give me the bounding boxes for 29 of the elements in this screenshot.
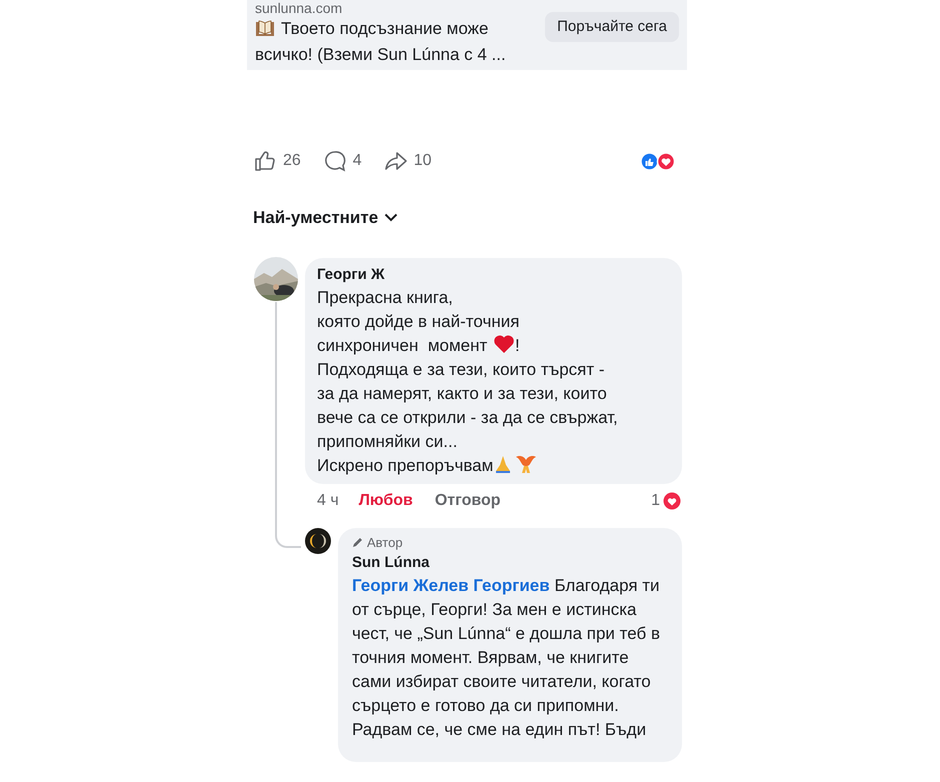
ad-title[interactable]: Твоето подсъзнание може всичко! (Вземи Sun Lúnna с 4 ... — [255, 16, 527, 68]
heart-icon — [493, 334, 516, 354]
like-icon — [253, 149, 277, 173]
pencil-icon — [352, 537, 363, 548]
reaction-count: 1 — [651, 490, 660, 510]
reply-link[interactable]: Отговор — [434, 488, 501, 512]
comment-button[interactable]: 4 — [322, 149, 362, 173]
avatar[interactable] — [305, 528, 331, 554]
order-button[interactable]: Поръчайте сега — [545, 12, 679, 42]
heart-reaction-icon — [663, 492, 681, 510]
comment-text: Прекрасна книга, която дойде в най-точния синхроничен момент ! Подходяща е за тези, които търсят - за да намерят, както и за тези, които вече са се открили - за да се свържат, припомняйки си... Искрено препоръчвам — [317, 286, 619, 476]
mention-link[interactable]: Георги Желев Георгиев — [352, 576, 550, 594]
share-icon — [384, 149, 408, 173]
reply-text: Георги Желев Георгиев Благодаря ти от сърце, Георги! За мен е истинска чест, че „Sun Lúnna“ е дошла при теб в точния момент. Вярвам, че книгите сами избират своите читатели, когато сърцето е готово да си припомни. Радвам се, че сме на един път! Бъди — [352, 574, 662, 740]
ad-domain[interactable]: sunlunna.com — [255, 0, 546, 16]
chevron-down-icon — [384, 213, 398, 222]
book-icon — [255, 20, 275, 37]
share-button[interactable]: 10 — [384, 149, 432, 173]
author-label: Автор — [352, 534, 403, 552]
comment-author[interactable]: Георги Ж — [317, 264, 674, 286]
love-link[interactable]: Любов — [358, 488, 413, 512]
reply-author[interactable]: Sun Lúnna — [352, 552, 672, 574]
sort-dropdown[interactable]: Най-уместните — [247, 205, 404, 230]
ad-card[interactable]: sunlunna.com Твоето подсъзнание може всичко! (Вземи Sun Lúnna с 4 ... Поръчайте сега — [247, 0, 687, 70]
phoenix-icon — [515, 454, 538, 474]
comment-time: 4 ч — [317, 490, 339, 510]
speech-bubble-icon — [322, 149, 347, 173]
reactions-icon[interactable] — [640, 152, 676, 170]
like-button[interactable]: 26 — [253, 149, 301, 173]
